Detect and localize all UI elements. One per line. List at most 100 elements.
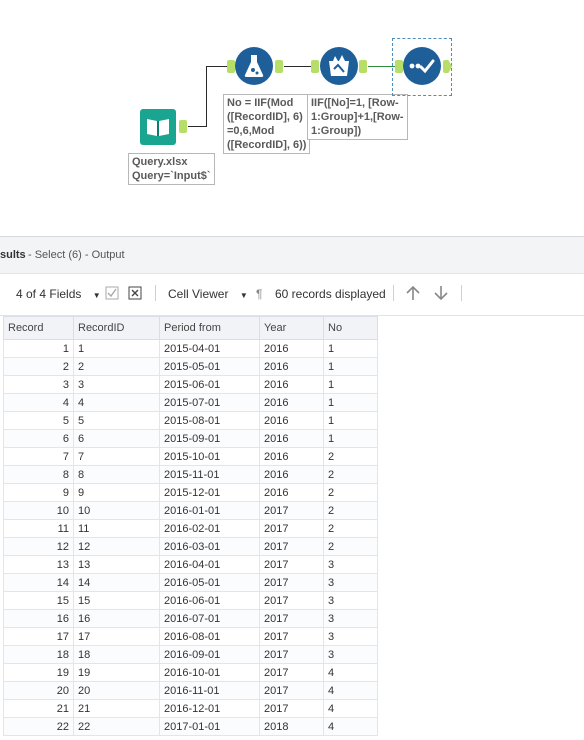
table-cell[interactable]: 8	[73, 465, 160, 484]
table-cell[interactable]: 2016-09-01	[159, 645, 260, 664]
table-cell[interactable]: 12	[73, 537, 160, 556]
table-cell[interactable]: 2017	[259, 663, 324, 682]
table-cell[interactable]: 2016-12-01	[159, 699, 260, 718]
table-row[interactable]: 15 15 2016-06-01 2017 3	[3, 591, 378, 610]
table-row[interactable]: 5 5 2015-08-01 2016 1	[3, 411, 378, 430]
table-cell[interactable]: 2016-01-01	[159, 501, 260, 520]
table-cell[interactable]: 4	[323, 663, 378, 682]
table-cell[interactable]: 2018	[259, 717, 324, 736]
table-row[interactable]: 8 8 2015-11-01 2016 2	[3, 465, 378, 484]
table-cell[interactable]: 3	[323, 609, 378, 628]
table-cell[interactable]: 2017	[259, 681, 324, 700]
table-cell[interactable]: 2017-01-01	[159, 717, 260, 736]
table-cell[interactable]: 2	[323, 501, 378, 520]
table-cell[interactable]: 22	[3, 717, 74, 736]
table-cell[interactable]: 10	[73, 501, 160, 520]
close-box-icon[interactable]	[128, 286, 142, 300]
table-row[interactable]: 12 12 2016-03-01 2017 2	[3, 537, 378, 556]
table-cell[interactable]: 18	[73, 645, 160, 664]
table-cell[interactable]: 2017	[259, 501, 324, 520]
cell-viewer-dropdown[interactable]: Cell Viewer ▼	[168, 287, 248, 301]
table-cell[interactable]: 1	[323, 429, 378, 448]
table-row[interactable]: 18 18 2016-09-01 2017 3	[3, 645, 378, 664]
table-cell[interactable]: 9	[73, 483, 160, 502]
table-cell[interactable]: 2	[323, 537, 378, 556]
select-input-anchor[interactable]	[395, 60, 403, 73]
table-row[interactable]: 14 14 2016-05-01 2017 3	[3, 573, 378, 592]
table-cell[interactable]: 13	[3, 555, 74, 574]
table-cell[interactable]: 4	[3, 393, 74, 412]
table-cell[interactable]: 2015-12-01	[159, 483, 260, 502]
table-row[interactable]: 3 3 2015-06-01 2016 1	[3, 375, 378, 394]
table-cell[interactable]: 20	[73, 681, 160, 700]
table-cell[interactable]: 17	[73, 627, 160, 646]
table-cell[interactable]: 2016-07-01	[159, 609, 260, 628]
table-cell[interactable]: 7	[73, 447, 160, 466]
table-cell[interactable]: 6	[3, 429, 74, 448]
table-cell[interactable]: 12	[3, 537, 74, 556]
table-cell[interactable]: 21	[3, 699, 74, 718]
table-cell[interactable]: 2015-05-01	[159, 357, 260, 376]
table-cell[interactable]: 2	[3, 357, 74, 376]
table-cell[interactable]: 1	[73, 339, 160, 358]
table-cell[interactable]: 15	[73, 591, 160, 610]
table-cell[interactable]: 2015-07-01	[159, 393, 260, 412]
table-cell[interactable]: 2016-05-01	[159, 573, 260, 592]
arrow-down-icon[interactable]	[433, 285, 449, 301]
table-cell[interactable]: 2015-10-01	[159, 447, 260, 466]
table-cell[interactable]: 2	[323, 465, 378, 484]
table-cell[interactable]: 2015-04-01	[159, 339, 260, 358]
arrow-up-icon[interactable]	[405, 285, 421, 301]
column-header-period-from[interactable]: Period from	[159, 316, 260, 340]
table-cell[interactable]: 3	[323, 627, 378, 646]
table-cell[interactable]: 2017	[259, 591, 324, 610]
table-cell[interactable]: 10	[3, 501, 74, 520]
select-tool[interactable]	[403, 47, 441, 85]
table-cell[interactable]: 2017	[259, 573, 324, 592]
table-row[interactable]: 1 1 2015-04-01 2016 1	[3, 339, 378, 358]
table-row[interactable]: 17 17 2016-08-01 2017 3	[3, 627, 378, 646]
table-row[interactable]: 7 7 2015-10-01 2016 2	[3, 447, 378, 466]
table-cell[interactable]: 2015-11-01	[159, 465, 260, 484]
table-row[interactable]: 6 6 2015-09-01 2016 1	[3, 429, 378, 448]
pilcrow-icon[interactable]: ¶	[256, 287, 262, 301]
table-cell[interactable]: 4	[323, 717, 378, 736]
table-row[interactable]: 16 16 2016-07-01 2017 3	[3, 609, 378, 628]
table-cell[interactable]: 3	[73, 375, 160, 394]
table-cell[interactable]: 13	[73, 555, 160, 574]
table-row[interactable]: 2 2 2015-05-01 2016 1	[3, 357, 378, 376]
table-cell[interactable]: 4	[323, 699, 378, 718]
table-cell[interactable]: 3	[323, 645, 378, 664]
formula-tool[interactable]	[235, 47, 273, 85]
table-cell[interactable]: 7	[3, 447, 74, 466]
table-cell[interactable]: 1	[323, 357, 378, 376]
formula-input-anchor[interactable]	[227, 60, 235, 73]
table-row[interactable]: 20 20 2016-11-01 2017 4	[3, 681, 378, 700]
table-cell[interactable]: 2016-03-01	[159, 537, 260, 556]
table-cell[interactable]: 3	[323, 573, 378, 592]
table-cell[interactable]: 19	[3, 663, 74, 682]
table-cell[interactable]: 2016	[259, 411, 324, 430]
table-cell[interactable]: 3	[3, 375, 74, 394]
table-cell[interactable]: 2	[323, 519, 378, 538]
table-cell[interactable]: 2017	[259, 699, 324, 718]
column-header-year[interactable]: Year	[259, 316, 324, 340]
table-cell[interactable]: 2016-10-01	[159, 663, 260, 682]
table-cell[interactable]: 2017	[259, 627, 324, 646]
input-tool[interactable]	[140, 109, 176, 145]
column-header-no[interactable]: No	[323, 316, 378, 340]
table-cell[interactable]: 2016-04-01	[159, 555, 260, 574]
multirow-output-anchor[interactable]	[359, 60, 367, 73]
table-cell[interactable]: 2016-08-01	[159, 627, 260, 646]
table-cell[interactable]: 2016	[259, 447, 324, 466]
table-cell[interactable]: 2	[323, 483, 378, 502]
table-cell[interactable]: 11	[3, 519, 74, 538]
table-cell[interactable]: 5	[73, 411, 160, 430]
table-cell[interactable]: 6	[73, 429, 160, 448]
table-cell[interactable]: 15	[3, 591, 74, 610]
table-cell[interactable]: 21	[73, 699, 160, 718]
table-cell[interactable]: 2	[73, 357, 160, 376]
table-cell[interactable]: 11	[73, 519, 160, 538]
table-cell[interactable]: 3	[323, 555, 378, 574]
fields-dropdown[interactable]: 4 of 4 Fields ▼	[16, 287, 101, 301]
